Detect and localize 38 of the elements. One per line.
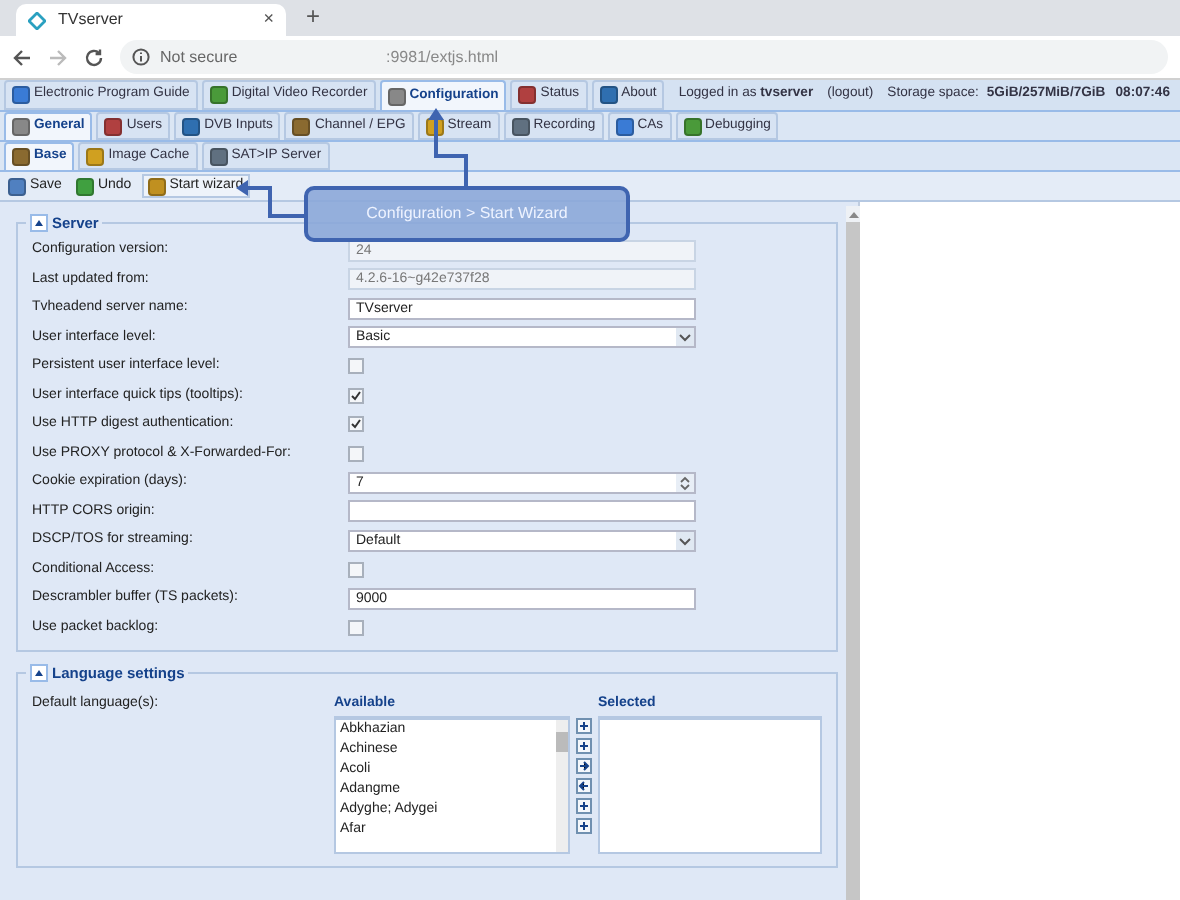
security-label: Not secure xyxy=(160,45,240,69)
close-tab-button[interactable]: × xyxy=(263,6,274,34)
checkbox[interactable] xyxy=(348,358,364,375)
new-tab-button[interactable]: + xyxy=(306,0,321,34)
collapse-icon[interactable] xyxy=(30,214,48,233)
toolbar-icon xyxy=(147,177,166,195)
dropdown-arrow-icon[interactable] xyxy=(676,328,694,347)
checkbox[interactable] xyxy=(348,561,364,578)
tab-icon xyxy=(292,117,311,135)
move-button-icon[interactable] xyxy=(576,818,592,834)
checkbox[interactable] xyxy=(348,619,364,636)
scrollbar[interactable] xyxy=(846,206,860,900)
move-button-icon[interactable] xyxy=(576,718,592,734)
move-button-icon[interactable] xyxy=(576,798,592,814)
diamond-logo-icon xyxy=(28,11,46,29)
address-bar[interactable]: Not secure :9981/extjs.html xyxy=(120,40,1168,74)
scroll-up-arrow-icon[interactable] xyxy=(847,210,859,220)
toolbar-icon xyxy=(75,177,94,195)
input-field[interactable] xyxy=(348,500,696,523)
move-button-icon[interactable] xyxy=(576,738,592,754)
checkbox[interactable] xyxy=(348,416,364,433)
url-text: :9981/extjs.html xyxy=(386,45,499,69)
dropdown-arrow-icon[interactable] xyxy=(676,531,694,550)
move-button-icon[interactable] xyxy=(576,778,592,794)
callout-box: Configuration > Start Wizard xyxy=(304,186,630,242)
tab-title: TVserver xyxy=(58,8,125,32)
tab-icon xyxy=(683,117,702,135)
checkbox[interactable] xyxy=(348,387,364,404)
browser-tab[interactable]: TVserver × xyxy=(16,4,286,36)
info-icon xyxy=(132,48,150,66)
back-icon[interactable] xyxy=(12,47,32,67)
scrollbar[interactable] xyxy=(556,719,568,851)
reload-icon[interactable] xyxy=(84,47,104,67)
move-button-icon[interactable] xyxy=(576,758,592,774)
spinner-icon[interactable] xyxy=(676,473,694,492)
toolbar-icon xyxy=(8,177,26,195)
collapse-icon[interactable] xyxy=(30,664,48,683)
checkbox[interactable] xyxy=(348,445,364,462)
